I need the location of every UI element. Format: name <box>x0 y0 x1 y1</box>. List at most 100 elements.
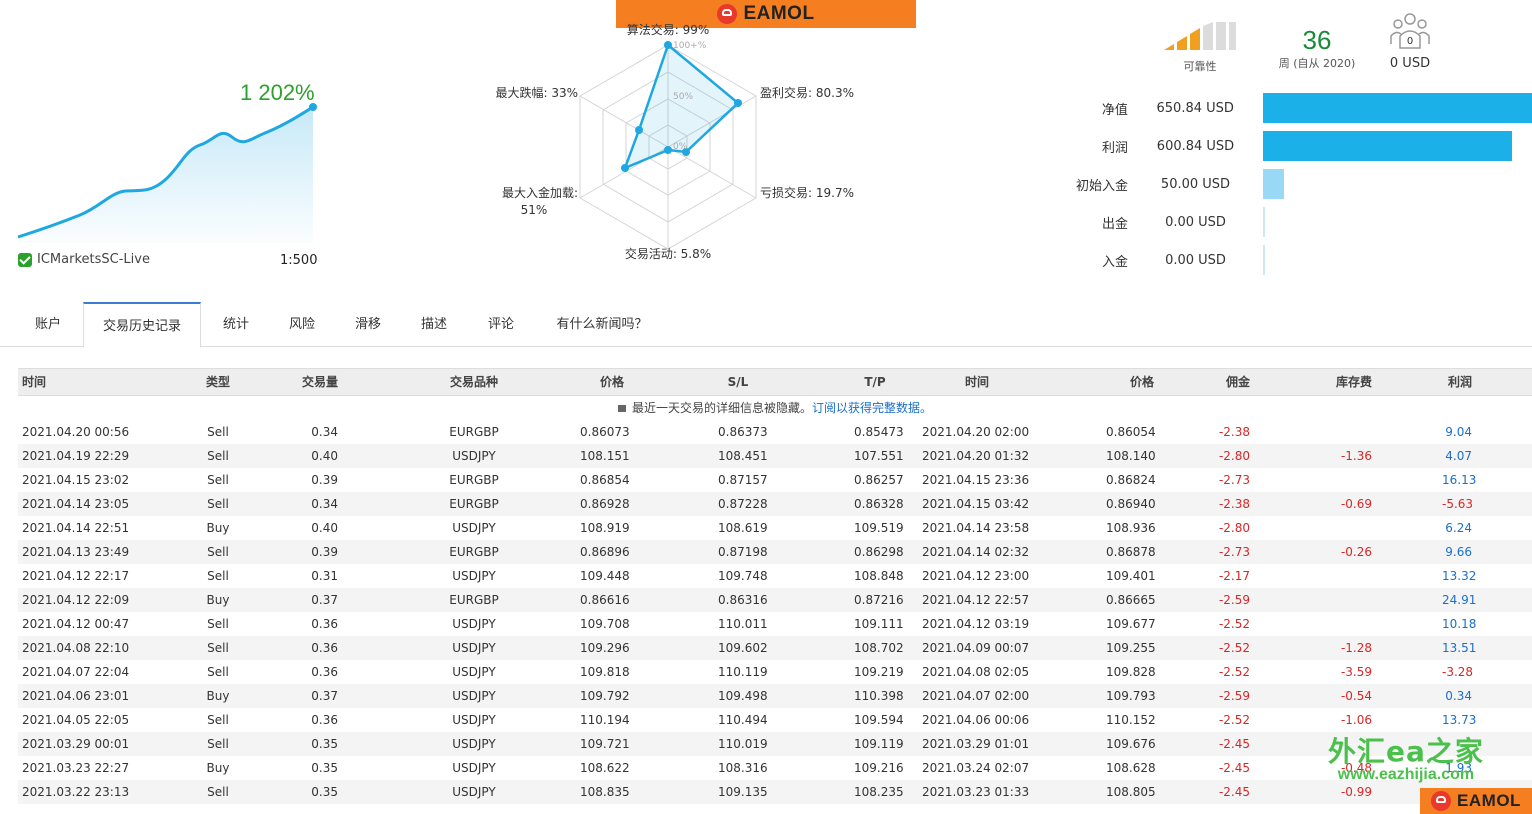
watermark-logo: EAMOL <box>1420 788 1532 814</box>
table-cell: 0.87157 <box>718 473 768 487</box>
column-header[interactable]: 佣金 <box>1214 369 1250 395</box>
table-cell: 0.36 <box>311 713 338 727</box>
table-cell: 109.721 <box>580 737 630 751</box>
table-cell: USDJPY <box>452 449 496 463</box>
table-body: 2021.04.20 00:56 Sell 0.34 EURGBP 0.86073 0.8… <box>18 420 1532 804</box>
weeks-label: 周 (自从 2020) <box>1278 57 1356 70</box>
radar-point-activity <box>664 146 672 154</box>
tab-slippage[interactable]: 滑移 <box>340 302 396 346</box>
table-row: 2021.04.12 00:47 Sell 0.36 USDJPY 109.708 110… <box>18 612 1532 636</box>
radar-point-algo <box>664 41 672 49</box>
table-cell: Buy <box>206 521 230 535</box>
column-header[interactable]: S/L <box>718 369 758 395</box>
watermark-cn: 外汇ea之家 <box>1328 735 1484 768</box>
table-cell: 109.498 <box>718 689 768 703</box>
hidden-data-notice: 最近一天交易的详细信息被隐藏。订阅以获得完整数据。 <box>18 396 1532 420</box>
table-row: 2021.04.15 23:02 Sell 0.39 EURGBP 0.86854 0.8… <box>18 468 1532 492</box>
table-cell: 0.31 <box>311 569 338 583</box>
table-cell: 0.86940 <box>1106 497 1156 511</box>
table-cell: EURGBP <box>449 545 499 559</box>
tab-risk[interactable]: 风险 <box>274 302 330 346</box>
table-cell: 110.194 <box>580 713 630 727</box>
table-cell: 109.111 <box>854 617 904 631</box>
table-cell: 0.87228 <box>718 497 768 511</box>
table-cell: 6.24 <box>1445 521 1472 535</box>
table-cell: 0.36 <box>311 665 338 679</box>
radar-tick-100: 100+% <box>673 41 707 51</box>
radar-label-algo: 算法交易: 99% <box>627 22 710 37</box>
table-cell: 0.35 <box>311 785 338 799</box>
table-cell: 109.594 <box>854 713 904 727</box>
table-cell: 0.86073 <box>580 425 630 439</box>
table-cell: 0.36 <box>311 617 338 631</box>
column-header[interactable]: 库存费 <box>1336 369 1372 395</box>
subscribe-link[interactable]: 订阅以获得完整数据。 <box>812 401 932 415</box>
table-cell: 2021.04.15 23:02 <box>22 473 130 487</box>
column-header[interactable]: 交易品种 <box>444 369 504 395</box>
column-header[interactable]: 价格 <box>580 369 624 395</box>
table-cell: 2021.04.08 22:10 <box>22 641 130 655</box>
table-cell: 0.86928 <box>580 497 630 511</box>
table-header: 时间 类型 交易量 交易品种 价格 S/L T/P 时间 价格 佣金 库存费 利润 <box>18 368 1532 396</box>
table-cell: -0.54 <box>1340 689 1372 703</box>
table-cell: 0.86878 <box>1106 545 1156 559</box>
table-cell: EURGBP <box>449 425 499 439</box>
tab-account[interactable]: 账户 <box>18 302 78 346</box>
tab-trade-history[interactable]: 交易历史记录 <box>83 302 201 348</box>
table-cell: 2021.04.12 23:00 <box>922 569 1030 583</box>
tab-description[interactable]: 描述 <box>406 302 462 346</box>
broker-server[interactable]: ICMarketsSC-Live <box>18 252 150 267</box>
watermark: 外汇ea之家 www.eazhijia.com <box>1328 730 1484 784</box>
table-cell: 108.936 <box>1106 521 1156 535</box>
robot-icon <box>1431 791 1452 811</box>
table-cell: Sell <box>207 737 229 751</box>
subscribers-icon: 0 <box>1390 13 1430 49</box>
table-cell: 107.551 <box>854 449 904 463</box>
radar-tick-0: 0% <box>673 142 688 152</box>
table-cell: 0.86854 <box>580 473 630 487</box>
table-cell: 10.18 <box>1442 617 1477 631</box>
table-cell: USDJPY <box>452 521 496 535</box>
radar-label-load-value: 51% <box>521 203 548 217</box>
table-cell: 108.628 <box>1106 761 1156 775</box>
table-cell: -2.73 <box>1218 545 1250 559</box>
table-cell: -3.59 <box>1340 665 1372 679</box>
table-cell: 0.86328 <box>854 497 904 511</box>
table-cell: 2021.04.13 23:49 <box>22 545 130 559</box>
table-cell: 109.818 <box>580 665 630 679</box>
balance-bar <box>1263 169 1284 199</box>
table-cell: USDJPY <box>452 665 496 679</box>
tab-statistics[interactable]: 统计 <box>208 302 264 346</box>
balance-value: 0.00 USD <box>1165 252 1226 268</box>
table-cell: 109.676 <box>1106 737 1156 751</box>
balance-value: 0.00 USD <box>1165 214 1226 230</box>
table-cell: 2021.04.14 22:51 <box>22 521 130 535</box>
table-cell: 0.34 <box>1445 689 1472 703</box>
table-cell: USDJPY <box>452 617 496 631</box>
table-cell: 9.66 <box>1445 545 1472 559</box>
table-cell: 0.86616 <box>580 593 630 607</box>
table-cell: -2.59 <box>1218 689 1250 703</box>
tab-news[interactable]: 有什么新闻吗？ <box>540 302 664 346</box>
table-cell: 2021.04.05 22:05 <box>22 713 130 727</box>
table-cell: 2021.04.19 22:29 <box>22 449 130 463</box>
column-header[interactable]: 时间 <box>22 369 172 395</box>
table-cell: 4.07 <box>1445 449 1472 463</box>
table-cell: Buy <box>206 761 230 775</box>
table-cell: -2.38 <box>1218 425 1250 439</box>
column-header[interactable]: 价格 <box>1106 369 1154 395</box>
column-header[interactable]: 类型 <box>198 369 238 395</box>
table-cell: -2.52 <box>1218 665 1250 679</box>
column-header[interactable]: 利润 <box>1442 369 1472 395</box>
radar-chart: 100+% 50% 0% 算法交易: 99% 盈利交易: 80.3% 亏损交易:… <box>495 22 854 261</box>
table-cell: 0.86316 <box>718 593 768 607</box>
table-cell: 108.316 <box>718 761 768 775</box>
column-header[interactable]: T/P <box>854 369 896 395</box>
column-header[interactable]: 时间 <box>922 369 1032 395</box>
growth-endpoint <box>309 103 317 111</box>
tab-reviews[interactable]: 评论 <box>472 302 530 346</box>
radar-tick-50: 50% <box>673 92 693 102</box>
table-cell: 108.235 <box>854 785 904 799</box>
column-header[interactable]: 交易量 <box>302 369 338 395</box>
table-cell: 109.748 <box>718 569 768 583</box>
